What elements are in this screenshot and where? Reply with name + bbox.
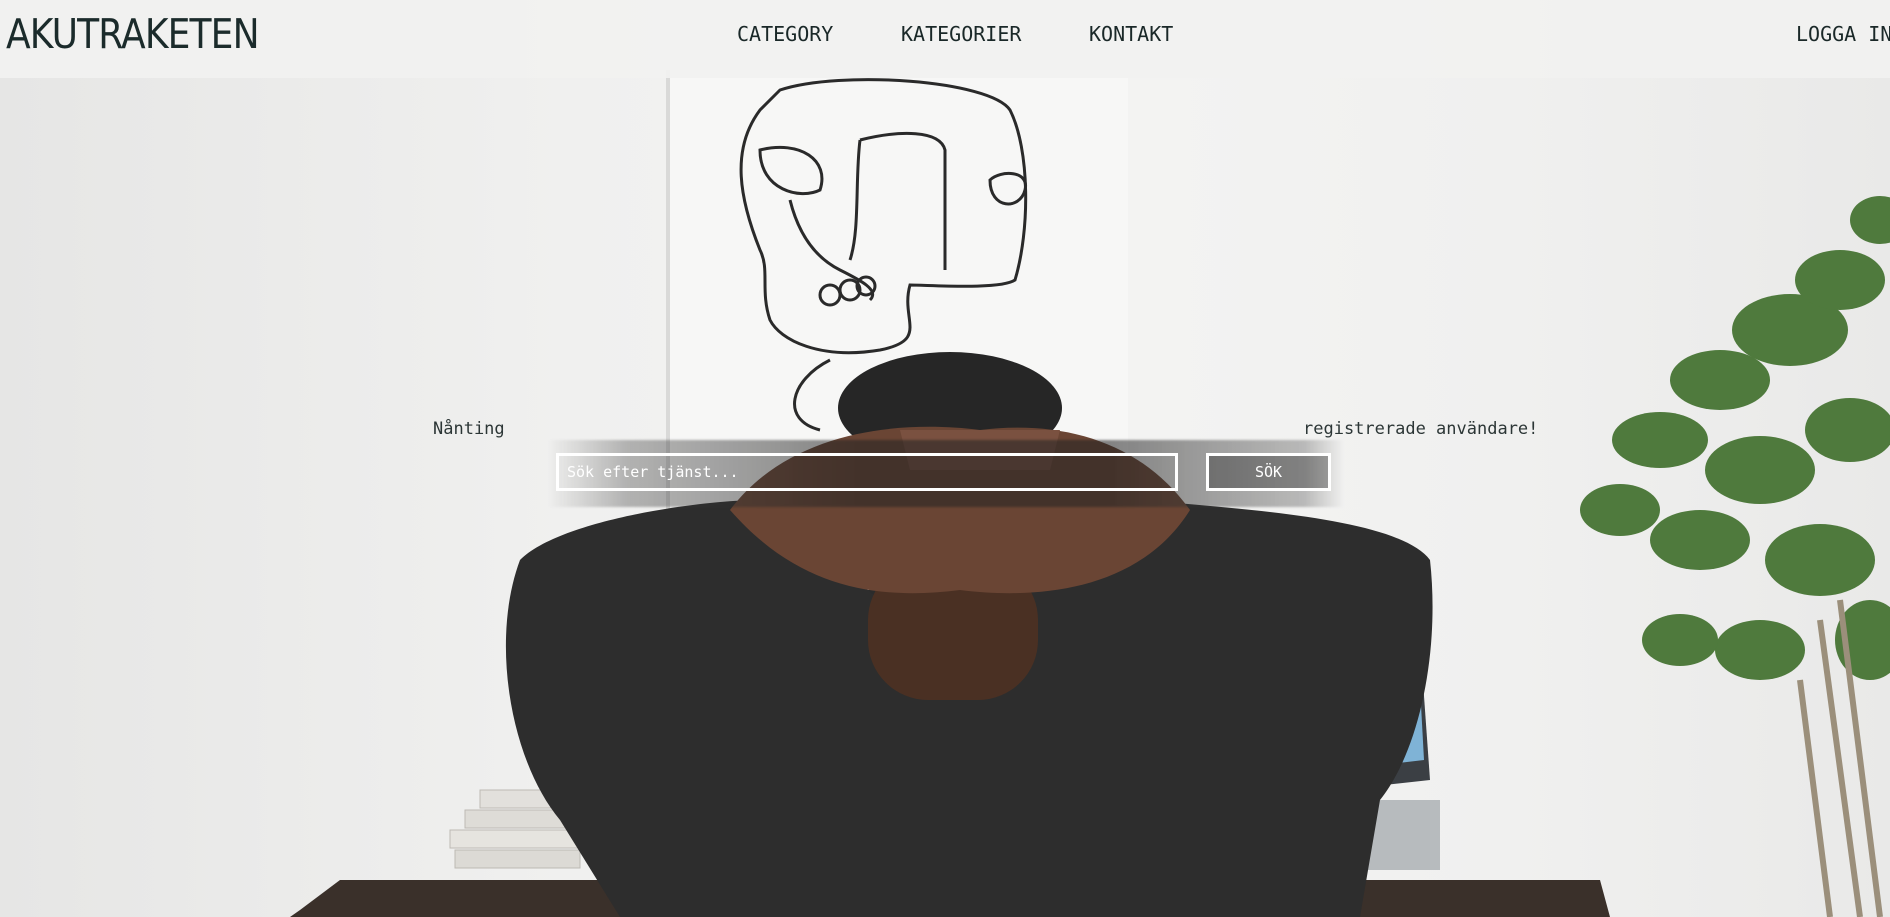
- hero-tagline-right: registrerade användare!: [1303, 419, 1539, 439]
- login-link[interactable]: LOGGA IN: [1796, 22, 1890, 46]
- hero-tagline-left: Nånting: [433, 419, 505, 439]
- site-header: AKUTRAKETEN CATEGORY KATEGORIER KONTAKT …: [0, 0, 1890, 78]
- nav-link-category[interactable]: CATEGORY: [737, 22, 833, 46]
- search-input[interactable]: [556, 453, 1178, 491]
- search-button[interactable]: SÖK: [1206, 453, 1331, 491]
- nav-link-kategorier[interactable]: KATEGORIER: [901, 22, 1021, 46]
- nav-link-kontakt[interactable]: KONTAKT: [1089, 22, 1173, 46]
- site-logo[interactable]: AKUTRAKETEN: [6, 10, 260, 58]
